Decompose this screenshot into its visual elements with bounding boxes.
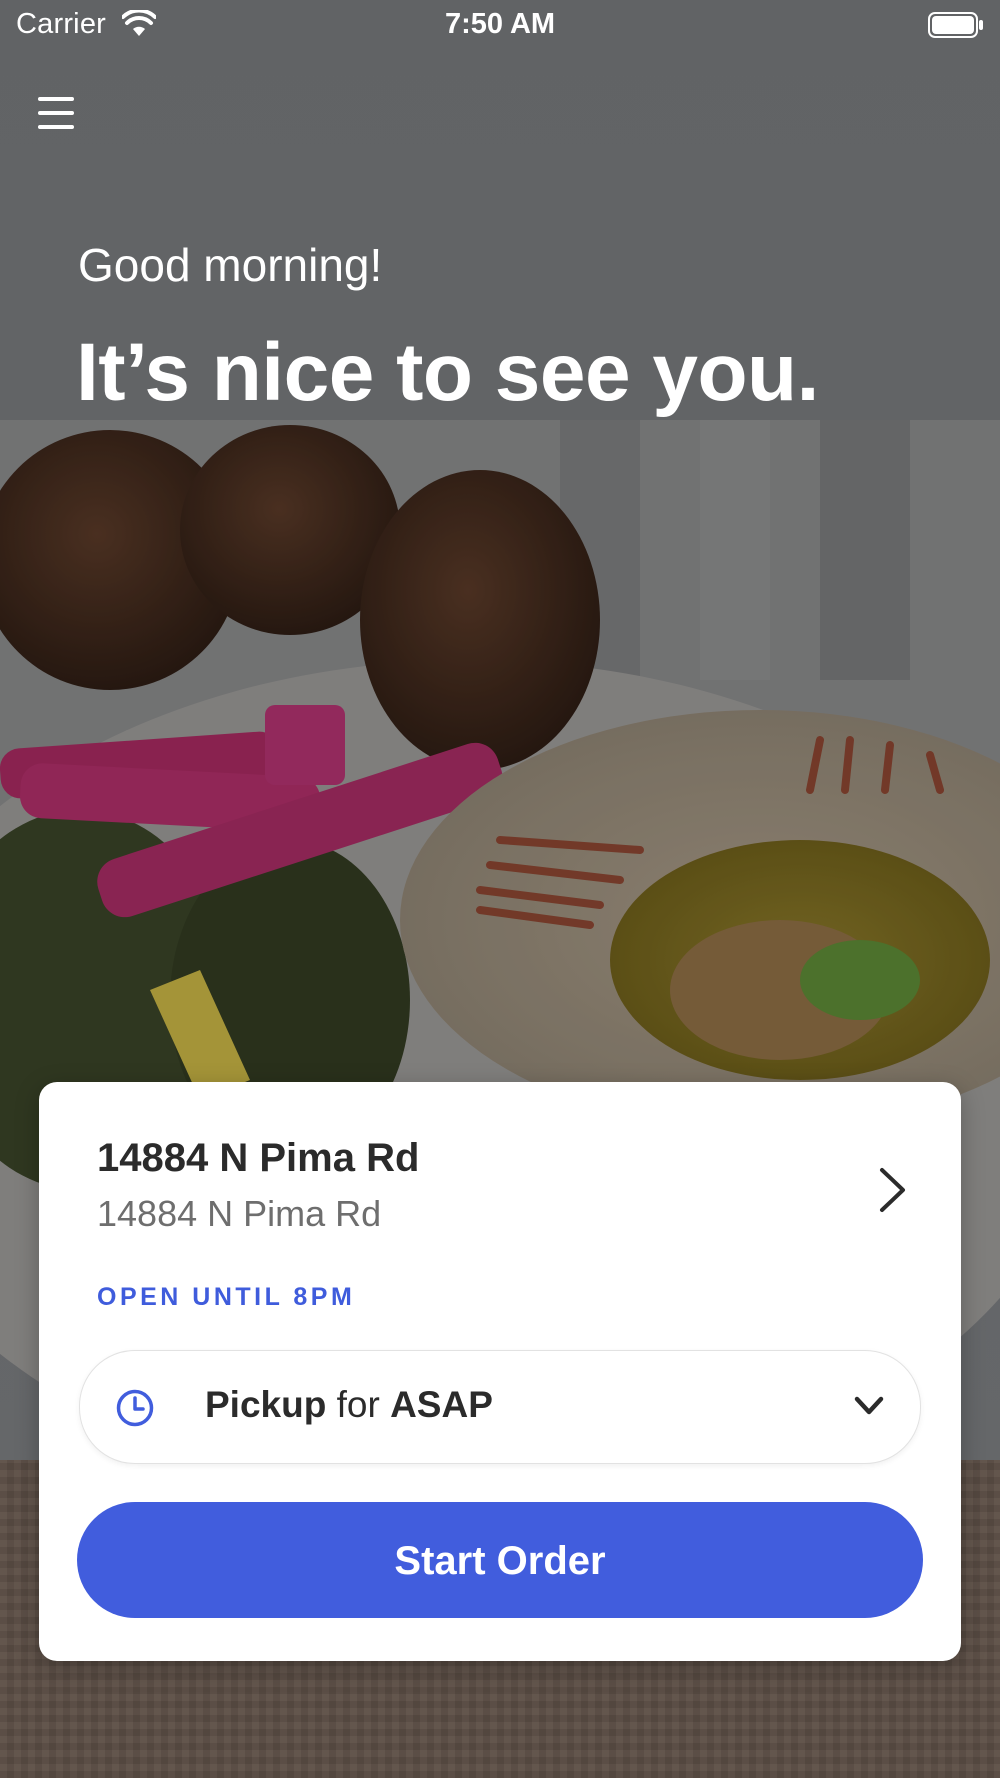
hamburger-menu-icon[interactable] — [36, 93, 80, 133]
order-connector: for — [336, 1384, 380, 1425]
chevron-right-icon — [880, 1168, 905, 1212]
app-screen: Carrier 7:50 AM Good morning! It’s nice … — [0, 0, 1000, 1778]
start-order-button[interactable]: Start Order — [77, 1502, 923, 1618]
store-name: 14884 N Pima Rd — [97, 1136, 420, 1180]
order-mode-label: Pickup for ASAP — [205, 1384, 493, 1426]
menu-line-bottom — [38, 125, 74, 129]
order-mode-dropdown[interactable]: Pickup for ASAP — [79, 1350, 921, 1464]
menu-line-middle — [38, 111, 74, 115]
store-hours-status: OPEN UNTIL 8PM — [97, 1283, 356, 1311]
store-address: 14884 N Pima Rd — [97, 1193, 382, 1234]
greeting-subtitle: Good morning! — [78, 239, 383, 291]
store-selector-row[interactable]: 14884 N Pima Rd 14884 N Pima Rd — [97, 1136, 907, 1246]
battery-icon — [928, 12, 983, 38]
status-bar: Carrier 7:50 AM — [0, 0, 1000, 50]
order-time: ASAP — [390, 1384, 493, 1425]
greeting-headline: It’s nice to see you. — [76, 327, 819, 418]
status-time: 7:50 AM — [444, 8, 556, 40]
order-method: Pickup — [205, 1384, 327, 1425]
store-card: 14884 N Pima Rd 14884 N Pima Rd OPEN UNT… — [39, 1082, 961, 1661]
clock-icon — [116, 1389, 154, 1427]
chevron-down-icon — [854, 1396, 884, 1415]
menu-line-top — [38, 97, 74, 101]
